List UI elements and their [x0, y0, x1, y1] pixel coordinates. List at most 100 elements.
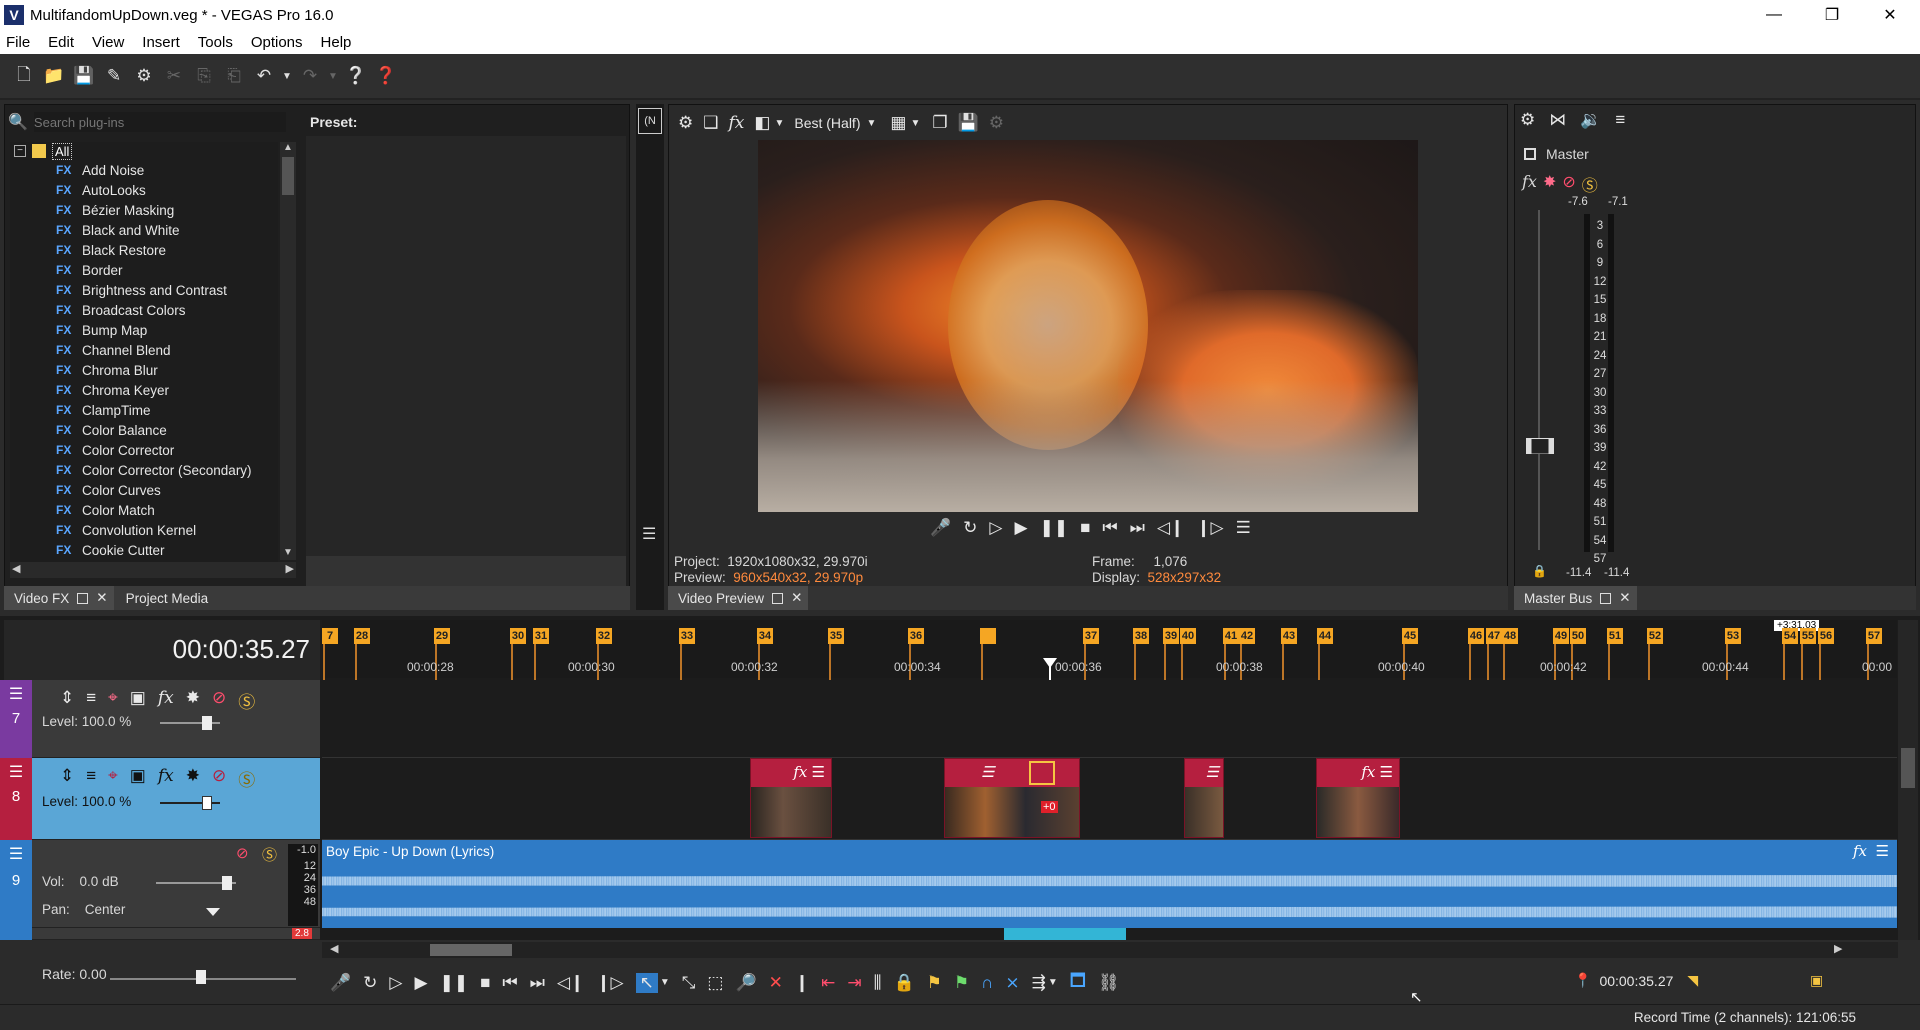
track-9-mute-icon[interactable]: ⊘	[236, 844, 249, 862]
plugin-item[interactable]: FX Black and White	[56, 220, 278, 240]
video-clip-4[interactable]: fx ☰	[1316, 758, 1400, 838]
plugin-item[interactable]: FX ClampTime	[56, 400, 278, 420]
menu-insert[interactable]: Insert	[142, 34, 180, 51]
tab-project-media[interactable]: Project Media	[114, 591, 221, 606]
hscroll-left-icon[interactable]: ◀	[330, 942, 338, 955]
minimize-button[interactable]: —	[1745, 0, 1803, 30]
plugin-item[interactable]: FX Cookie Cutter	[56, 540, 278, 560]
master-close-tab-icon[interactable]: ✕	[1619, 590, 1630, 606]
plugin-item[interactable]: FX Bump Map	[56, 320, 278, 340]
split-icon[interactable]: ⫼	[874, 973, 882, 993]
track-8-header[interactable]: ☰ 8 ⇕ ≡ ⌖ ▣ fx ✸ ⊘ Ⓢ Level: 100.0 %	[0, 758, 320, 840]
timeline-marker[interactable]: 32	[596, 628, 612, 644]
prev-frame-icon[interactable]: ◁❙	[1157, 518, 1184, 538]
next-frame-icon[interactable]: ❙▷	[596, 973, 623, 993]
timeline-marker[interactable]: 57	[1866, 628, 1882, 644]
undock-icon[interactable]	[77, 592, 89, 604]
envelope-tool-icon[interactable]: ⤡	[682, 973, 696, 993]
copy-snapshot-icon[interactable]: ❐	[932, 113, 947, 133]
clip-2-fade-handle[interactable]	[1029, 761, 1055, 785]
mute-icon[interactable]: ⊘	[212, 766, 226, 791]
track-9-menu-icon[interactable]: ☰	[0, 844, 32, 864]
hscroll-thumb[interactable]	[430, 944, 512, 956]
clip-2-menu-icon[interactable]: ☰	[981, 763, 994, 781]
timeline-marker[interactable]: 51	[1607, 628, 1623, 644]
timeline-marker[interactable]: 46	[1468, 628, 1484, 644]
zoom-tool-icon[interactable]: 🔎	[735, 973, 756, 993]
trimmer-menu-icon[interactable]: ☰	[642, 524, 656, 544]
timeline-marker[interactable]: 47	[1486, 628, 1502, 644]
auto-crossfade-icon[interactable]: ⨯	[1005, 973, 1019, 993]
track-7-menu-icon[interactable]: ☰	[0, 684, 32, 704]
hscroll-right-icon[interactable]: ▶	[1834, 942, 1842, 955]
fader-lock-icon[interactable]: 🔒	[1532, 564, 1547, 578]
go-to-start-icon[interactable]: ⏮	[502, 973, 517, 993]
plugin-item[interactable]: FX Brightness and Contrast	[56, 280, 278, 300]
automation-icon[interactable]: ✸	[186, 688, 200, 713]
timeline-marker[interactable]: 39	[1163, 628, 1179, 644]
expand-icon[interactable]: ⇕	[60, 766, 74, 791]
play-from-start-icon[interactable]: ▷	[389, 973, 402, 993]
snapping-icon[interactable]: ∩	[981, 973, 993, 993]
track-8-slider-thumb[interactable]	[202, 796, 212, 810]
track-10-clip[interactable]	[1004, 928, 1126, 940]
plugin-item[interactable]: FX Color Match	[56, 500, 278, 520]
timeline-marker[interactable]: 38	[1133, 628, 1149, 644]
timeline-marker[interactable]: 36	[908, 628, 924, 644]
timeline-marker[interactable]: 33	[679, 628, 695, 644]
track-8-menu-icon[interactable]: ☰	[0, 762, 32, 782]
cut-icon[interactable]: ✂	[160, 62, 188, 90]
loop-playback-icon[interactable]: ↻	[363, 973, 377, 993]
close-tab-icon[interactable]: ✕	[96, 590, 107, 606]
clip-fx-icon[interactable]: fx	[1361, 763, 1375, 781]
solo-icon[interactable]: Ⓢ	[238, 688, 255, 713]
stop-icon[interactable]: ■	[1080, 518, 1090, 538]
compositing-icon[interactable]: ▣	[130, 688, 146, 713]
timeline-marker[interactable]: 28	[354, 628, 370, 644]
video-clip-2[interactable]: ☰ +0	[944, 758, 1080, 838]
go-to-end-icon[interactable]: ⏭	[1130, 518, 1145, 538]
insert-region-icon[interactable]: ⚑	[954, 973, 969, 993]
video-clip-1[interactable]: fx ☰	[750, 758, 832, 838]
go-to-start-icon[interactable]: ⏮	[1102, 518, 1117, 538]
new-file-icon[interactable]: 🗋	[10, 62, 38, 90]
tree-root-all[interactable]: All	[52, 142, 73, 160]
preview-device-icon[interactable]: ❑	[703, 113, 718, 133]
downmix-icon[interactable]: ⋈	[1549, 110, 1566, 130]
split-dropdown-icon[interactable]: ▼	[774, 118, 784, 129]
tab-video-preview[interactable]: Video Preview ✕	[668, 586, 809, 610]
track-9-solo-icon[interactable]: Ⓢ	[262, 844, 277, 865]
plugin-item[interactable]: FX Add Noise	[56, 160, 278, 180]
timeline-marker[interactable]: 40	[1180, 628, 1196, 644]
timeline-marker[interactable]: 29	[434, 628, 450, 644]
collapse-icon[interactable]: ≡	[86, 766, 96, 791]
menu-edit[interactable]: Edit	[48, 34, 74, 51]
clip-menu-icon[interactable]: ☰	[812, 764, 825, 781]
play-from-start-icon[interactable]: ▷	[989, 518, 1002, 538]
preview-quality-select[interactable]: Best (Half)	[794, 115, 860, 131]
go-to-end-icon[interactable]: ⏭	[530, 973, 545, 993]
preview-menu-icon[interactable]: ☰	[1236, 518, 1251, 538]
timeline-hscrollbar[interactable]: ◀ ▶	[322, 942, 1898, 958]
plugin-item[interactable]: FX Color Corrector (Secondary)	[56, 460, 278, 480]
timeline-marker[interactable]: 55	[1800, 628, 1816, 644]
timeline-marker[interactable]: 45	[1402, 628, 1418, 644]
plugin-item[interactable]: FX Black Restore	[56, 240, 278, 260]
master-settings-gear-icon[interactable]: ⚙	[1520, 110, 1535, 130]
plugin-item[interactable]: FX Channel Blend	[56, 340, 278, 360]
track-fx-icon[interactable]: fx	[158, 766, 174, 791]
timeline-marker[interactable]: 48	[1502, 628, 1518, 644]
clip-3-menu-icon[interactable]: ☰	[1206, 763, 1219, 781]
plugin-item[interactable]: FX Convolution Kernel	[56, 520, 278, 540]
timeline-marker[interactable]: 7	[322, 628, 338, 644]
timeline-marker[interactable]: 34	[757, 628, 773, 644]
undo-dropdown-icon[interactable]: ▼	[280, 62, 294, 90]
timeline-marker[interactable]: 37	[1083, 628, 1099, 644]
audio-clip-menu-icon[interactable]: ☰	[1876, 842, 1889, 860]
plugin-item[interactable]: FX Border	[56, 260, 278, 280]
collapse-icon[interactable]: ≡	[86, 688, 96, 713]
timeline-marker[interactable]: 54	[1782, 628, 1798, 644]
motion-icon[interactable]: ⌖	[108, 766, 118, 791]
trimmer-tab[interactable]: (N	[638, 108, 662, 134]
ripple-dropdown-icon[interactable]: ▼	[1048, 977, 1058, 988]
